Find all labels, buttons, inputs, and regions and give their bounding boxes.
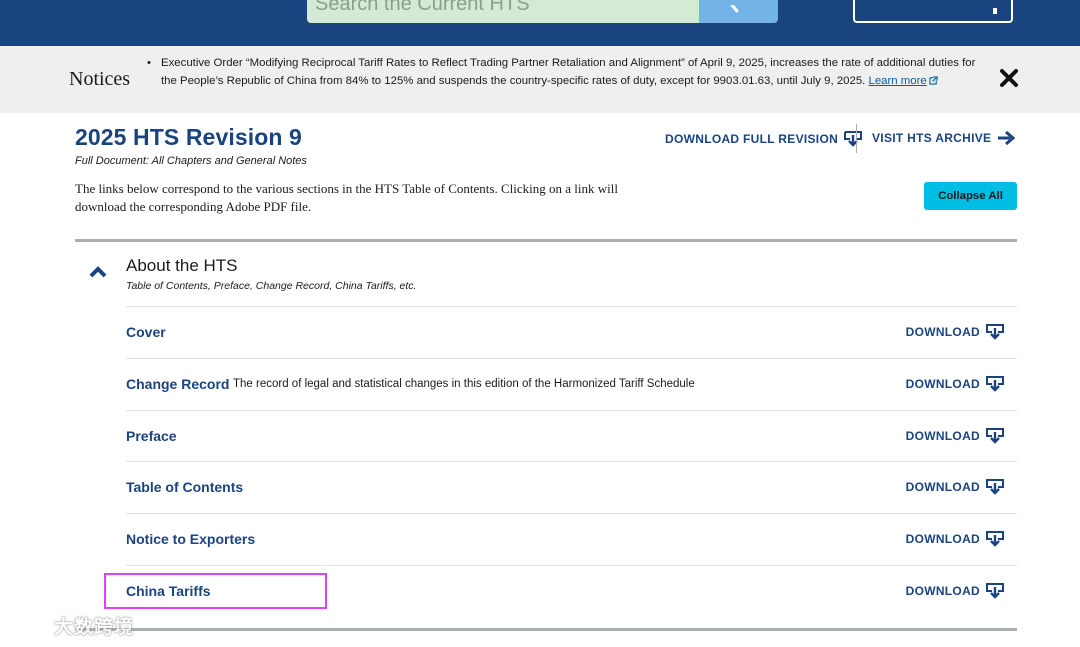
header-menu-button[interactable] bbox=[853, 0, 1013, 23]
download-icon bbox=[986, 583, 1004, 599]
visit-archive-label: VISIT HTS ARCHIVE bbox=[872, 131, 992, 145]
vertical-divider bbox=[856, 124, 857, 153]
site-header bbox=[0, 0, 1080, 46]
download-cover-link[interactable]: DOWNLOAD bbox=[906, 324, 1004, 340]
watermark-logo-icon bbox=[9, 616, 49, 633]
close-icon bbox=[1000, 69, 1018, 87]
accordion-toggle[interactable] bbox=[86, 264, 110, 282]
search-input[interactable] bbox=[307, 0, 699, 23]
chevron-up-icon bbox=[89, 265, 107, 277]
list-item: Preface DOWNLOAD bbox=[126, 410, 1017, 462]
list-item: Cover DOWNLOAD bbox=[126, 306, 1017, 358]
download-full-revision-label: DOWNLOAD FULL REVISION bbox=[665, 132, 839, 146]
download-china-tariffs-link[interactable]: DOWNLOAD bbox=[906, 583, 1004, 599]
download-icon bbox=[986, 324, 1004, 340]
change-record-description: The record of legal and statistical chan… bbox=[233, 378, 695, 390]
close-notice-button[interactable] bbox=[997, 67, 1021, 91]
download-icon bbox=[986, 531, 1004, 547]
bullet: • bbox=[147, 57, 151, 69]
watermark: 大数跨境 bbox=[8, 612, 134, 639]
list-item: Notice to Exporters DOWNLOAD bbox=[126, 513, 1017, 565]
list-item: Table of Contents DOWNLOAD bbox=[126, 461, 1017, 513]
arrow-right-icon bbox=[998, 131, 1016, 145]
notice-text: Executive Order “Modifying Reciprocal Ta… bbox=[161, 57, 976, 87]
download-preface-link[interactable]: DOWNLOAD bbox=[906, 428, 1004, 444]
download-icon bbox=[844, 131, 863, 147]
learn-more-link[interactable]: Learn more bbox=[869, 75, 938, 87]
accordion-subtitle: Table of Contents, Preface, Change Recor… bbox=[126, 280, 417, 292]
cover-link[interactable]: Cover bbox=[126, 324, 166, 340]
external-link-icon bbox=[929, 75, 938, 85]
page-title: 2025 HTS Revision 9 bbox=[75, 124, 302, 150]
download-table-of-contents-link[interactable]: DOWNLOAD bbox=[906, 479, 1004, 495]
download-icon bbox=[986, 479, 1004, 495]
section-divider bbox=[75, 239, 1017, 242]
download-icon bbox=[986, 376, 1004, 392]
notice-item: • Executive Order “Modifying Reciprocal … bbox=[147, 55, 986, 90]
download-change-record-link[interactable]: DOWNLOAD bbox=[906, 376, 1004, 392]
download-full-revision-link[interactable]: DOWNLOAD FULL REVISION bbox=[665, 131, 863, 147]
search-button[interactable] bbox=[699, 0, 778, 23]
preface-link[interactable]: Preface bbox=[126, 428, 177, 444]
list-item: Change Record The record of legal and st… bbox=[126, 358, 1017, 410]
download-notice-to-exporters-link[interactable]: DOWNLOAD bbox=[906, 531, 1004, 547]
notices-title: Notices bbox=[69, 68, 131, 90]
notices-banner: Notices • Executive Order “Modifying Rec… bbox=[0, 46, 1080, 113]
section-bottom-divider bbox=[75, 628, 1017, 631]
collapse-all-button[interactable]: Collapse All bbox=[924, 182, 1017, 210]
highlight-annotation bbox=[104, 573, 327, 609]
intro-text: The links below correspond to the variou… bbox=[75, 181, 618, 214]
visit-hts-archive-link[interactable]: VISIT HTS ARCHIVE bbox=[872, 131, 1016, 145]
accordion-title: About the HTS bbox=[126, 256, 238, 275]
table-of-contents-link[interactable]: Table of Contents bbox=[126, 479, 243, 495]
change-record-link[interactable]: Change Record bbox=[126, 376, 229, 392]
page-subtitle: Full Document: All Chapters and General … bbox=[75, 155, 307, 167]
download-icon bbox=[986, 428, 1004, 444]
search-icon bbox=[730, 5, 738, 13]
notice-to-exporters-link[interactable]: Notice to Exporters bbox=[126, 531, 255, 547]
watermark-text: 大数跨境 bbox=[54, 617, 135, 638]
